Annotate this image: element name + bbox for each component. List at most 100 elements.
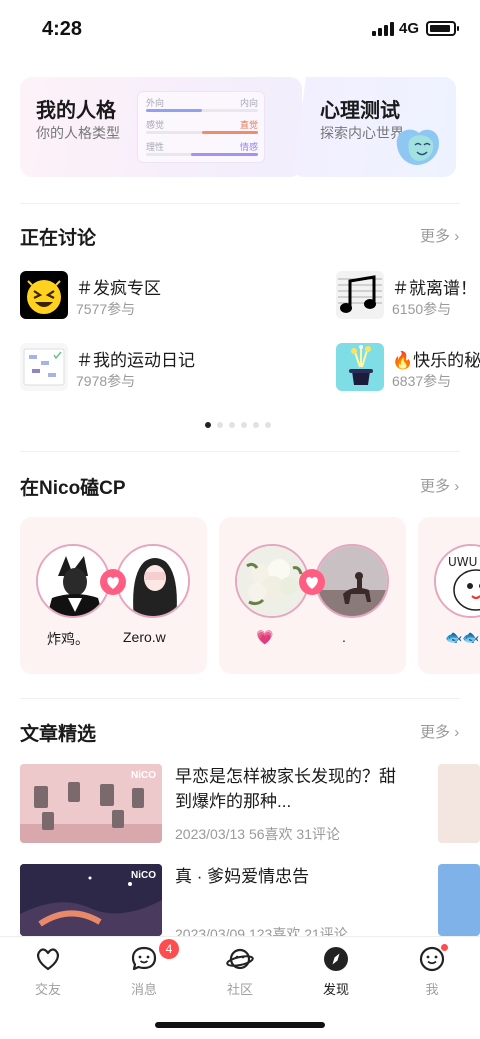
meter-right-label: 直觉 — [239, 120, 258, 130]
topic-name: 🔥快乐的秘 — [392, 351, 480, 370]
smiling-mask-icon — [396, 129, 439, 165]
topic-item[interactable]: ＃就离谱！ 6150参与 — [336, 271, 480, 321]
planet-icon — [226, 948, 254, 970]
heart-icon — [299, 569, 325, 595]
tab-me[interactable]: 我 — [397, 945, 467, 1001]
meter-fill — [190, 153, 258, 156]
topic-item[interactable]: 🔥快乐的秘 6837参与 — [336, 343, 480, 393]
signal-icon — [372, 22, 394, 36]
meter-row: 外向 内向 — [146, 96, 258, 114]
cp-name: 💗 — [256, 629, 274, 645]
notification-dot — [441, 944, 448, 951]
avatar — [116, 544, 190, 618]
pagination-dot[interactable] — [217, 422, 223, 428]
chat-bubble-icon — [131, 946, 157, 971]
more-label: 更多 — [420, 724, 451, 741]
planner-icon — [20, 343, 68, 391]
section-title-cp: 在Nico磕CP — [20, 478, 126, 499]
topic-count: 7978参与 — [76, 373, 136, 389]
topic-name: ＃发疯专区 — [76, 279, 161, 298]
music-note-icon — [336, 271, 384, 319]
article-meta: 2023/03/13 56喜欢 31评论 — [175, 826, 340, 842]
personality-meter: 外向 内向 感觉 直觉 理性 情感 — [137, 91, 265, 163]
discussion-more-link[interactable]: 更多 › — [420, 225, 459, 246]
avatar — [36, 544, 110, 618]
avatar: UWU — [434, 544, 480, 618]
section-title-discussion: 正在讨论 — [20, 228, 97, 249]
network-type: 4G — [399, 20, 420, 37]
pagination-dot[interactable] — [241, 422, 247, 428]
cp-card[interactable]: 💗 . — [219, 517, 406, 674]
cp-more-link[interactable]: 更多 › — [420, 475, 459, 496]
psych-test-title: 心理测试 — [320, 100, 400, 122]
meter-right-label: 情感 — [239, 142, 258, 152]
more-label: 更多 — [420, 228, 451, 245]
tab-label: 我 — [425, 982, 439, 997]
personality-card[interactable]: 我的人格 你的人格类型 外向 内向 感觉 直觉 理性 情感 — [20, 77, 302, 177]
cp-card[interactable]: UWU 🐟🐟 — [418, 517, 480, 674]
meter-row: 理性 情感 — [146, 140, 258, 158]
more-label: 更多 — [420, 478, 451, 495]
personality-title: 我的人格 — [36, 100, 116, 122]
svg-text:UWU: UWU — [448, 555, 477, 569]
tab-community[interactable]: 社区 — [205, 945, 275, 1001]
status-time: 4:28 — [42, 18, 83, 40]
meter-left-label: 感觉 — [146, 120, 165, 130]
psych-test-subtitle: 探索内心世界 — [320, 125, 404, 141]
divider — [20, 203, 460, 204]
article-thumbnail-partial — [438, 864, 480, 936]
cp-name: . — [342, 629, 346, 645]
tab-label: 社区 — [226, 982, 253, 997]
cp-name: Zero.w — [123, 629, 166, 645]
topic-name: ＃就离谱！ — [392, 279, 477, 298]
meter-right-label: 内向 — [239, 98, 258, 108]
topic-name: ＃我的运动日记 — [76, 351, 195, 370]
message-count-badge: 4 — [159, 939, 179, 959]
article-title: 真 · 爹妈爱情忠告 — [175, 867, 310, 886]
personality-subtitle: 你的人格类型 — [36, 125, 120, 141]
meter-left-label: 外向 — [146, 98, 165, 108]
article-thumbnail-partial — [438, 764, 480, 843]
nico-tag: NiCO — [131, 770, 156, 781]
pagination-dot[interactable] — [253, 422, 259, 428]
articles-more-link[interactable]: 更多 › — [420, 721, 459, 742]
pagination-dot[interactable] — [229, 422, 235, 428]
article-title: 早恋是怎样被家长发现的？甜到爆炸的那种... — [175, 767, 396, 811]
pagination-dot[interactable] — [265, 422, 271, 428]
topic-count: 7577参与 — [76, 301, 136, 317]
heart-icon — [37, 948, 59, 971]
heart-icon — [100, 569, 126, 595]
meter-row: 感觉 直觉 — [146, 118, 258, 136]
cp-card[interactable]: 炸鸡。 Zero.w — [20, 517, 207, 674]
chevron-right-icon: › — [454, 478, 460, 495]
article-thumbnail: NiCO — [20, 864, 162, 936]
section-title-articles: 文章精选 — [20, 724, 97, 745]
divider — [20, 451, 460, 452]
tab-label: 交友 — [34, 982, 61, 997]
topic-count: 6150参与 — [392, 301, 452, 317]
cp-name: 炸鸡。 — [47, 631, 89, 647]
crazy-face-icon — [20, 271, 68, 319]
meter-left-label: 理性 — [146, 142, 165, 152]
avatar — [315, 544, 389, 618]
topic-count: 6837参与 — [392, 373, 452, 389]
compass-icon — [324, 947, 348, 971]
meter-fill — [146, 109, 202, 112]
status-bar: 4:28 4G — [0, 0, 480, 60]
pagination-dot-active[interactable] — [205, 422, 211, 428]
tab-label: 发现 — [322, 982, 349, 997]
divider — [20, 698, 460, 699]
topic-item[interactable]: ＃发疯专区 7577参与 — [20, 271, 320, 321]
tab-discover[interactable]: 发现 — [301, 945, 371, 1001]
nico-tag: NiCO — [131, 870, 156, 881]
chevron-right-icon: › — [454, 724, 460, 741]
tab-friends[interactable]: 交友 — [13, 945, 83, 1001]
chevron-right-icon: › — [454, 228, 460, 245]
topic-item[interactable]: ＃我的运动日记 7978参与 — [20, 343, 320, 393]
psych-test-card[interactable]: 心理测试 探索内心世界 — [292, 77, 456, 177]
home-indicator[interactable] — [155, 1022, 325, 1028]
article-thumbnail: NiCO — [20, 764, 162, 843]
tab-label: 消息 — [130, 982, 157, 997]
battery-icon — [426, 21, 459, 36]
meter-fill — [202, 131, 258, 134]
